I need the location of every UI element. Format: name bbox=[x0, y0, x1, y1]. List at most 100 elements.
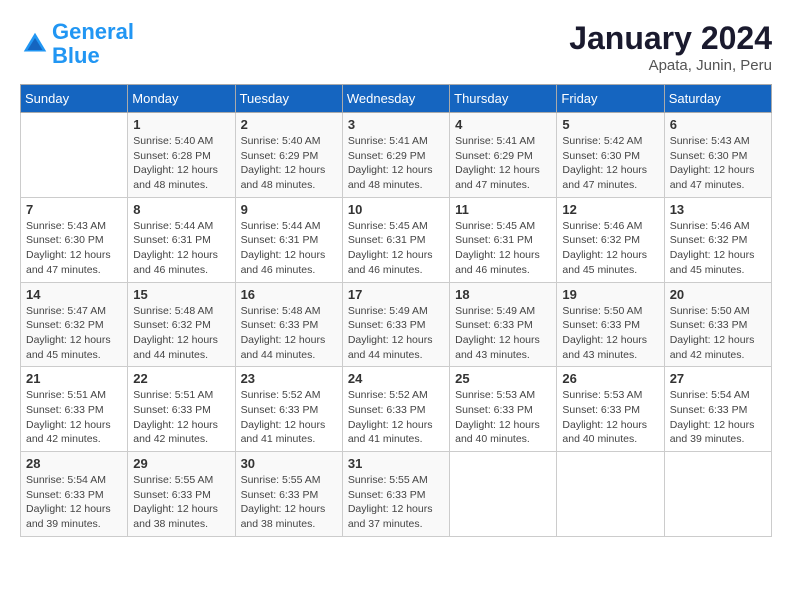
day-number: 10 bbox=[348, 202, 444, 217]
calendar-cell: 8Sunrise: 5:44 AM Sunset: 6:31 PM Daylig… bbox=[128, 197, 235, 282]
weekday-header-row: SundayMondayTuesdayWednesdayThursdayFrid… bbox=[21, 85, 772, 113]
calendar-cell: 22Sunrise: 5:51 AM Sunset: 6:33 PM Dayli… bbox=[128, 367, 235, 452]
calendar-week-row: 28 Sunrise: 5:54 AM Sunset: 6:33 PM Dayli… bbox=[21, 452, 772, 537]
calendar-week-row: 7Sunrise: 5:43 AM Sunset: 6:30 PM Daylig… bbox=[21, 197, 772, 282]
day-info: Sunrise: 5:55 AM Sunset: 6:33 PM Dayligh… bbox=[348, 473, 444, 532]
day-number: 26 bbox=[562, 371, 658, 386]
day-number: 4 bbox=[455, 117, 551, 132]
day-info: Sunrise: 5:47 AM Sunset: 6:32 PM Dayligh… bbox=[26, 304, 122, 363]
day-info: Sunrise: 5:41 AM Sunset: 6:29 PM Dayligh… bbox=[455, 134, 551, 193]
calendar-cell bbox=[664, 452, 771, 537]
day-info: Sunrise: 5:44 AM Sunset: 6:31 PM Dayligh… bbox=[133, 219, 229, 278]
day-info: Sunrise: 5:46 AM Sunset: 6:32 PM Dayligh… bbox=[562, 219, 658, 278]
day-number: 9 bbox=[241, 202, 337, 217]
day-number: 20 bbox=[670, 287, 766, 302]
day-number: 15 bbox=[133, 287, 229, 302]
day-number: 30 bbox=[241, 456, 337, 471]
calendar-cell: 4 Sunrise: 5:41 AM Sunset: 6:29 PM Daylig… bbox=[450, 113, 557, 198]
day-number: 18 bbox=[455, 287, 551, 302]
day-number: 14 bbox=[26, 287, 122, 302]
calendar-cell: 21 Sunrise: 5:51 AM Sunset: 6:33 PM Dayli… bbox=[21, 367, 128, 452]
day-number: 27 bbox=[670, 371, 766, 386]
calendar-week-row: 21 Sunrise: 5:51 AM Sunset: 6:33 PM Dayli… bbox=[21, 367, 772, 452]
calendar-cell: 24 Sunrise: 5:52 AM Sunset: 6:33 PM Dayli… bbox=[342, 367, 449, 452]
day-number: 21 bbox=[26, 371, 122, 386]
calendar-cell: 19 Sunrise: 5:50 AM Sunset: 6:33 PM Dayli… bbox=[557, 282, 664, 367]
calendar-cell: 6 Sunrise: 5:43 AM Sunset: 6:30 PM Daylig… bbox=[664, 113, 771, 198]
day-info: Sunrise: 5:49 AM Sunset: 6:33 PM Dayligh… bbox=[348, 304, 444, 363]
calendar-cell: 17 Sunrise: 5:49 AM Sunset: 6:33 PM Dayli… bbox=[342, 282, 449, 367]
day-info: Sunrise: 5:46 AM Sunset: 6:32 PM Dayligh… bbox=[670, 219, 766, 278]
day-number: 6 bbox=[670, 117, 766, 132]
calendar-cell: 13 Sunrise: 5:46 AM Sunset: 6:32 PM Dayli… bbox=[664, 197, 771, 282]
calendar-table: SundayMondayTuesdayWednesdayThursdayFrid… bbox=[20, 84, 772, 537]
calendar-cell: 15 Sunrise: 5:48 AM Sunset: 6:32 PM Dayli… bbox=[128, 282, 235, 367]
day-info: Sunrise: 5:53 AM Sunset: 6:33 PM Dayligh… bbox=[455, 388, 551, 447]
calendar-cell: 9Sunrise: 5:44 AM Sunset: 6:31 PM Daylig… bbox=[235, 197, 342, 282]
calendar-cell: 23 Sunrise: 5:52 AM Sunset: 6:33 PM Dayli… bbox=[235, 367, 342, 452]
calendar-cell: 31Sunrise: 5:55 AM Sunset: 6:33 PM Dayli… bbox=[342, 452, 449, 537]
day-number: 11 bbox=[455, 202, 551, 217]
logo-line2: Blue bbox=[52, 43, 100, 68]
calendar-cell bbox=[450, 452, 557, 537]
calendar-week-row: 1Sunrise: 5:40 AM Sunset: 6:28 PM Daylig… bbox=[21, 113, 772, 198]
day-info: Sunrise: 5:42 AM Sunset: 6:30 PM Dayligh… bbox=[562, 134, 658, 193]
day-info: Sunrise: 5:48 AM Sunset: 6:32 PM Dayligh… bbox=[133, 304, 229, 363]
calendar-cell: 27 Sunrise: 5:54 AM Sunset: 6:33 PM Dayli… bbox=[664, 367, 771, 452]
weekday-header-monday: Monday bbox=[128, 85, 235, 113]
location-subtitle: Apata, Junin, Peru bbox=[569, 57, 772, 74]
calendar-cell: 3Sunrise: 5:41 AM Sunset: 6:29 PM Daylig… bbox=[342, 113, 449, 198]
logo-line1: General bbox=[52, 19, 134, 44]
calendar-cell bbox=[557, 452, 664, 537]
day-number: 7 bbox=[26, 202, 122, 217]
day-info: Sunrise: 5:51 AM Sunset: 6:33 PM Dayligh… bbox=[133, 388, 229, 447]
day-number: 13 bbox=[670, 202, 766, 217]
day-number: 28 bbox=[26, 456, 122, 471]
calendar-cell bbox=[21, 113, 128, 198]
calendar-cell: 29Sunrise: 5:55 AM Sunset: 6:33 PM Dayli… bbox=[128, 452, 235, 537]
weekday-header-saturday: Saturday bbox=[664, 85, 771, 113]
page-header: General Blue January 2024 Apata, Junin, … bbox=[20, 20, 772, 74]
calendar-week-row: 14 Sunrise: 5:47 AM Sunset: 6:32 PM Dayli… bbox=[21, 282, 772, 367]
day-number: 16 bbox=[241, 287, 337, 302]
calendar-cell: 25 Sunrise: 5:53 AM Sunset: 6:33 PM Dayli… bbox=[450, 367, 557, 452]
day-number: 12 bbox=[562, 202, 658, 217]
day-info: Sunrise: 5:50 AM Sunset: 6:33 PM Dayligh… bbox=[562, 304, 658, 363]
day-number: 19 bbox=[562, 287, 658, 302]
day-info: Sunrise: 5:55 AM Sunset: 6:33 PM Dayligh… bbox=[133, 473, 229, 532]
calendar-cell: 14 Sunrise: 5:47 AM Sunset: 6:32 PM Dayli… bbox=[21, 282, 128, 367]
logo: General Blue bbox=[20, 20, 134, 68]
calendar-cell: 26Sunrise: 5:53 AM Sunset: 6:33 PM Dayli… bbox=[557, 367, 664, 452]
calendar-cell: 1Sunrise: 5:40 AM Sunset: 6:28 PM Daylig… bbox=[128, 113, 235, 198]
day-info: Sunrise: 5:45 AM Sunset: 6:31 PM Dayligh… bbox=[348, 219, 444, 278]
weekday-header-friday: Friday bbox=[557, 85, 664, 113]
calendar-cell: 11Sunrise: 5:45 AM Sunset: 6:31 PM Dayli… bbox=[450, 197, 557, 282]
day-number: 23 bbox=[241, 371, 337, 386]
weekday-header-wednesday: Wednesday bbox=[342, 85, 449, 113]
day-info: Sunrise: 5:54 AM Sunset: 6:33 PM Dayligh… bbox=[670, 388, 766, 447]
day-info: Sunrise: 5:52 AM Sunset: 6:33 PM Dayligh… bbox=[348, 388, 444, 447]
day-number: 5 bbox=[562, 117, 658, 132]
month-title: January 2024 bbox=[569, 20, 772, 57]
calendar-cell: 12 Sunrise: 5:46 AM Sunset: 6:32 PM Dayli… bbox=[557, 197, 664, 282]
calendar-cell: 30Sunrise: 5:55 AM Sunset: 6:33 PM Dayli… bbox=[235, 452, 342, 537]
day-number: 24 bbox=[348, 371, 444, 386]
day-info: Sunrise: 5:52 AM Sunset: 6:33 PM Dayligh… bbox=[241, 388, 337, 447]
day-number: 17 bbox=[348, 287, 444, 302]
calendar-cell: 20Sunrise: 5:50 AM Sunset: 6:33 PM Dayli… bbox=[664, 282, 771, 367]
day-number: 25 bbox=[455, 371, 551, 386]
logo-text: General Blue bbox=[52, 20, 134, 68]
day-info: Sunrise: 5:43 AM Sunset: 6:30 PM Dayligh… bbox=[670, 134, 766, 193]
calendar-cell: 16Sunrise: 5:48 AM Sunset: 6:33 PM Dayli… bbox=[235, 282, 342, 367]
day-info: Sunrise: 5:40 AM Sunset: 6:29 PM Dayligh… bbox=[241, 134, 337, 193]
weekday-header-sunday: Sunday bbox=[21, 85, 128, 113]
day-info: Sunrise: 5:54 AM Sunset: 6:33 PM Dayligh… bbox=[26, 473, 122, 532]
day-info: Sunrise: 5:40 AM Sunset: 6:28 PM Dayligh… bbox=[133, 134, 229, 193]
calendar-cell: 10 Sunrise: 5:45 AM Sunset: 6:31 PM Dayli… bbox=[342, 197, 449, 282]
day-info: Sunrise: 5:51 AM Sunset: 6:33 PM Dayligh… bbox=[26, 388, 122, 447]
day-info: Sunrise: 5:49 AM Sunset: 6:33 PM Dayligh… bbox=[455, 304, 551, 363]
calendar-cell: 2Sunrise: 5:40 AM Sunset: 6:29 PM Daylig… bbox=[235, 113, 342, 198]
title-block: January 2024 Apata, Junin, Peru bbox=[569, 20, 772, 74]
calendar-cell: 7Sunrise: 5:43 AM Sunset: 6:30 PM Daylig… bbox=[21, 197, 128, 282]
logo-icon bbox=[20, 29, 50, 59]
